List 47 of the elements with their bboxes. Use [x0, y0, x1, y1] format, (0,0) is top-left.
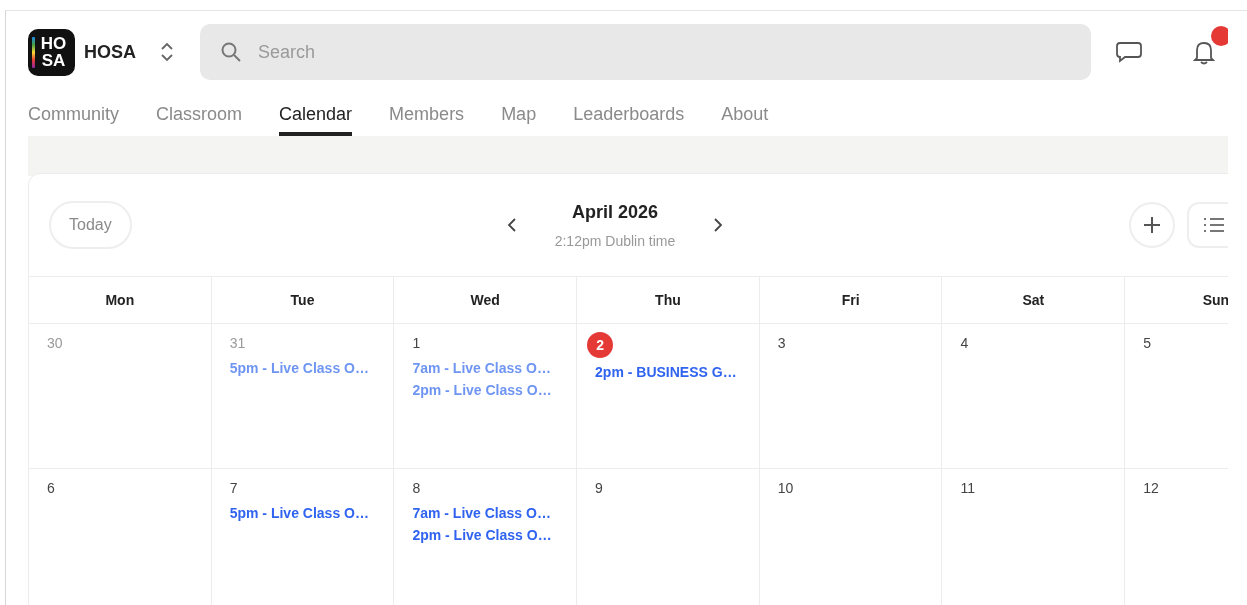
community-name[interactable]: HOSA	[84, 41, 136, 63]
chat-icon[interactable]	[1115, 40, 1143, 64]
nav-tab[interactable]: Classroom	[156, 88, 243, 136]
nav-tab[interactable]: Members	[389, 88, 465, 136]
day-number: 31	[229, 334, 246, 353]
day-number: 12	[1143, 479, 1159, 498]
day-number: 2	[587, 332, 614, 358]
day-number: 11	[960, 479, 975, 498]
list-icon	[1203, 216, 1225, 234]
day-number: 5	[1143, 334, 1151, 353]
weekday-header: Sun	[1125, 277, 1228, 324]
day-number: 7	[229, 479, 238, 498]
weekday-header: Sat	[942, 277, 1126, 324]
day-number: 30	[47, 334, 63, 353]
day-number: 4	[960, 334, 969, 353]
nav-tab[interactable]: Map	[501, 88, 537, 136]
add-event-button[interactable]	[1129, 202, 1175, 248]
day-number: 9	[595, 479, 603, 498]
calendar-event[interactable]: 5pm - Live Class O…	[229, 505, 369, 521]
community-logo[interactable]: HO SA	[28, 28, 75, 76]
calendar-event[interactable]: 5pm - Live Class O…	[229, 360, 369, 376]
calendar-event[interactable]: 7am - Live Class O…	[412, 505, 551, 521]
nav-tab[interactable]: About	[721, 88, 769, 136]
today-button[interactable]: Today	[49, 201, 132, 249]
chevron-updown-icon[interactable]	[160, 41, 174, 63]
calendar-event[interactable]: 2pm - Live Class O…	[412, 382, 552, 398]
weekday-header: Mon	[29, 277, 212, 324]
plus-icon	[1142, 215, 1162, 235]
weekday-header: Fri	[759, 277, 943, 324]
calendar-event[interactable]: 2pm - Live Class O…	[412, 527, 552, 543]
day-number: 1	[412, 334, 421, 353]
nav-tab[interactable]: Community	[28, 88, 120, 136]
weekday-header: Tue	[211, 277, 395, 324]
search-field[interactable]: Search	[200, 24, 1091, 80]
day-number: 6	[47, 479, 55, 498]
calendar-event[interactable]: 7am - Live Class O…	[412, 360, 551, 376]
day-number: 8	[412, 479, 421, 498]
nav-tab[interactable]: Leaderboards	[573, 88, 685, 136]
weekday-header: Wed	[394, 277, 578, 324]
weekday-header: Thu	[577, 277, 760, 324]
local-time: 2:12pm Dublin time	[554, 232, 676, 249]
calendar-event[interactable]: 2pm - BUSINESS G…	[595, 364, 737, 380]
day-number: 10	[777, 479, 794, 498]
search-icon	[220, 41, 242, 63]
month-title: April 2026	[571, 201, 658, 223]
day-number: 3	[777, 334, 786, 353]
list-view-button[interactable]	[1187, 202, 1228, 248]
